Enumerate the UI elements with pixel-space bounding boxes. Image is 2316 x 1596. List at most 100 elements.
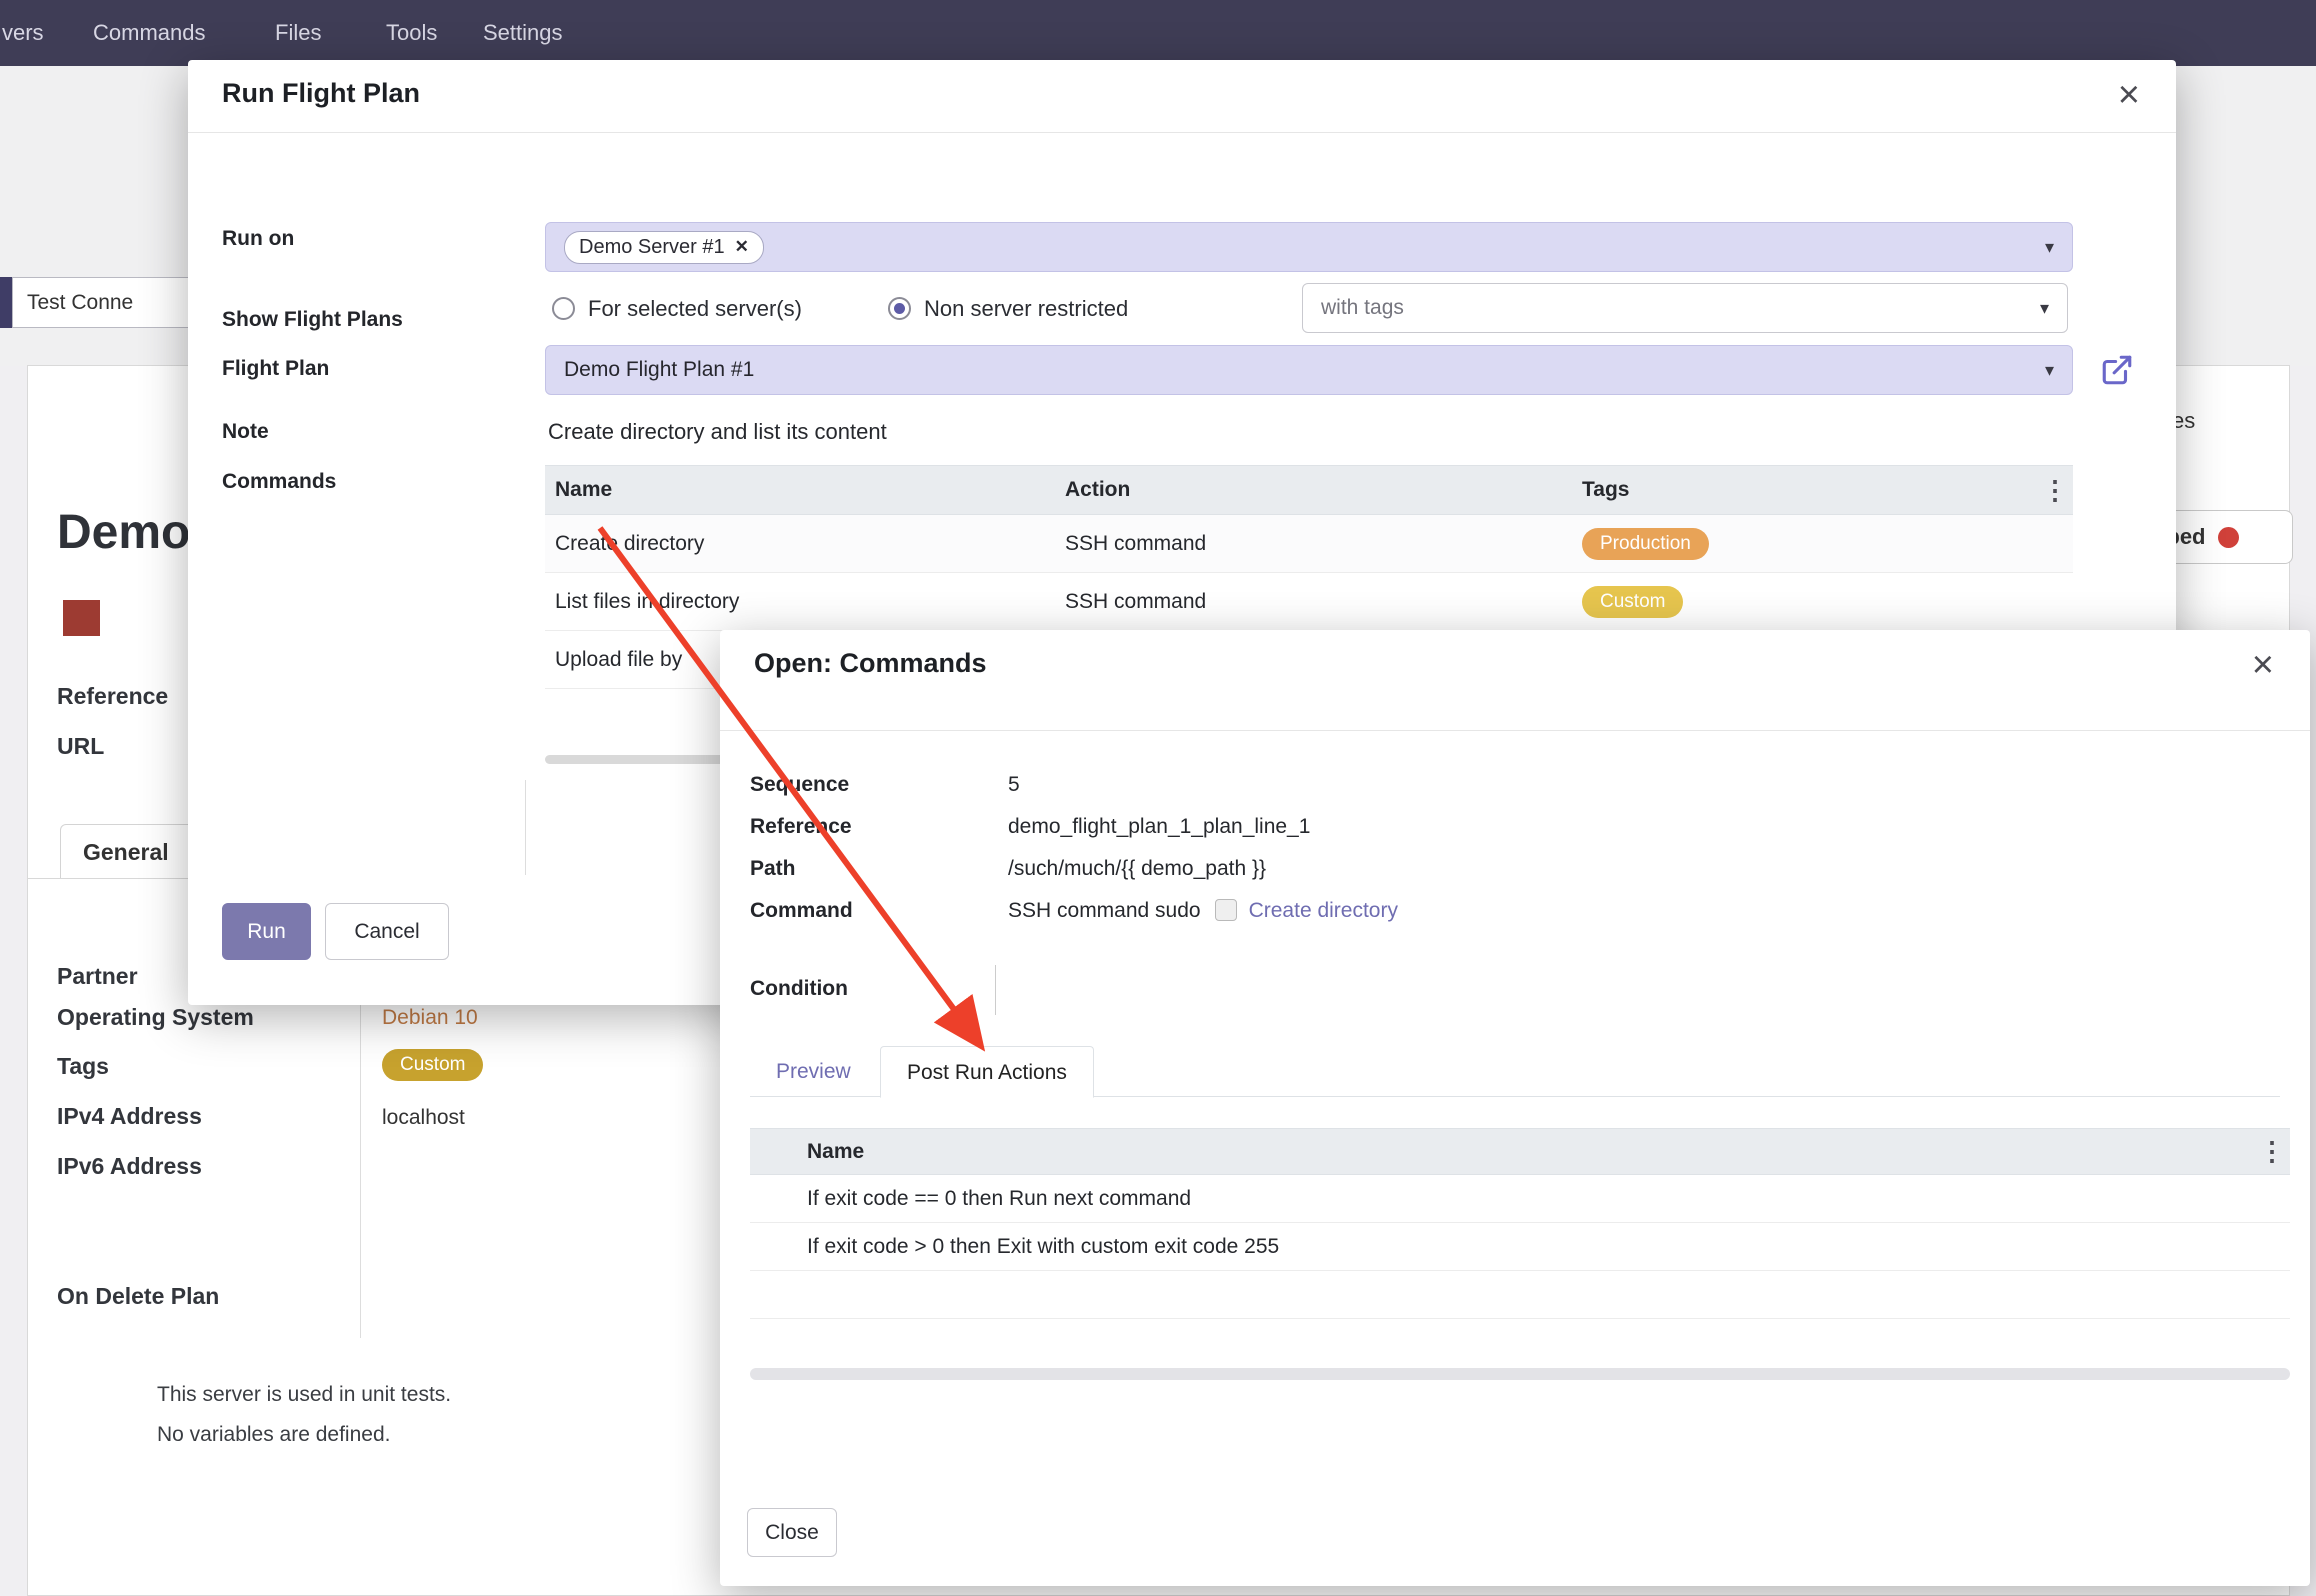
close-icon[interactable]: × bbox=[2112, 70, 2146, 120]
server-tag-pill[interactable]: Demo Server #1 ✕ bbox=[564, 231, 764, 264]
run-on-label: Run on bbox=[222, 227, 294, 251]
status-dot-icon bbox=[2218, 527, 2239, 548]
reference-value: demo_flight_plan_1_plan_line_1 bbox=[1008, 815, 1310, 839]
dialog-title: Run Flight Plan bbox=[222, 78, 420, 109]
os-value-link[interactable]: Debian 10 bbox=[382, 1006, 478, 1030]
run-on-field[interactable]: Demo Server #1 ✕ ▾ bbox=[545, 222, 2073, 272]
command-text: SSH command sudo bbox=[1008, 899, 1201, 922]
command-value: SSH command sudo Create directory bbox=[1008, 899, 1398, 923]
server-title: Demo bbox=[57, 505, 190, 560]
path-label: Path bbox=[750, 857, 796, 881]
show-flight-plans-label: Show Flight Plans bbox=[222, 308, 403, 332]
column-options-icon[interactable]: ⋮ bbox=[2037, 475, 2073, 506]
open-commands-dialog: Open: Commands × Sequence 5 Reference de… bbox=[720, 630, 2310, 1586]
flight-plan-value: Demo Flight Plan #1 bbox=[564, 358, 754, 382]
reference-label: Reference bbox=[57, 683, 168, 710]
url-label: URL bbox=[57, 733, 104, 760]
tabs-bar: Preview Post Run Actions bbox=[750, 1046, 2280, 1097]
cell-action: SSH command bbox=[1055, 590, 1572, 614]
tags-label: Tags bbox=[57, 1053, 109, 1080]
on-delete-plan-label: On Delete Plan bbox=[57, 1283, 219, 1310]
dialog-title: Open: Commands bbox=[754, 648, 987, 679]
nav-item-files[interactable]: Files bbox=[275, 0, 321, 66]
tags-value: Custom bbox=[382, 1049, 483, 1081]
header-name[interactable]: Name bbox=[807, 1140, 2254, 1164]
server-tag-label: Demo Server #1 bbox=[579, 236, 725, 259]
screen: vers Commands Files Tools Settings Test … bbox=[0, 0, 2316, 1596]
flight-plan-select[interactable]: Demo Flight Plan #1 ▾ bbox=[545, 345, 2073, 395]
sequence-value: 5 bbox=[1008, 773, 1020, 797]
flight-plan-label: Flight Plan bbox=[222, 357, 329, 381]
commands-label: Commands bbox=[222, 470, 336, 494]
cell-name: List files in directory bbox=[545, 590, 1055, 614]
chevron-down-icon[interactable]: ▾ bbox=[2040, 298, 2049, 319]
unit-test-note: This server is used in unit tests. bbox=[157, 1383, 451, 1407]
cell-action: SSH command bbox=[1055, 532, 1572, 556]
checkbox[interactable] bbox=[1215, 899, 1237, 921]
field-divider bbox=[360, 963, 361, 1338]
test-connection-button[interactable]: Test Conne bbox=[12, 277, 190, 328]
post-run-actions-table: Name ⋮ If exit code == 0 then Run next c… bbox=[750, 1128, 2290, 1319]
reference-label: Reference bbox=[750, 815, 852, 839]
cell-tags: Custom bbox=[1572, 586, 2073, 618]
create-directory-link[interactable]: Create directory bbox=[1249, 899, 1398, 922]
table-row[interactable]: Create directory SSH command Production bbox=[545, 515, 2073, 573]
close-button[interactable]: Close bbox=[747, 1508, 837, 1557]
nav-item-servers[interactable]: vers bbox=[2, 0, 44, 66]
radio-selected-servers[interactable] bbox=[552, 297, 575, 320]
with-tags-select[interactable]: with tags ▾ bbox=[1302, 283, 2068, 333]
cell-name: If exit code == 0 then Run next command bbox=[807, 1187, 2290, 1211]
horizontal-scrollbar[interactable] bbox=[750, 1368, 2290, 1380]
divider bbox=[525, 780, 526, 875]
radio-selected-servers-label: For selected server(s) bbox=[588, 296, 802, 322]
cell-tags: Production bbox=[1572, 528, 2073, 560]
chevron-down-icon[interactable]: ▾ bbox=[2045, 360, 2054, 381]
tag-badge-custom[interactable]: Custom bbox=[382, 1049, 483, 1081]
ipv6-label: IPv6 Address bbox=[57, 1153, 202, 1180]
commands-table-header: Name Action Tags ⋮ bbox=[545, 465, 2073, 515]
sequence-label: Sequence bbox=[750, 773, 849, 797]
color-swatch[interactable] bbox=[63, 600, 100, 636]
note-label: Note bbox=[222, 420, 269, 444]
close-icon[interactable]: × bbox=[2246, 640, 2280, 690]
table-row[interactable]: If exit code > 0 then Exit with custom e… bbox=[750, 1223, 2290, 1271]
table-row[interactable]: List files in directory SSH command Cust… bbox=[545, 573, 2073, 631]
remove-tag-icon[interactable]: ✕ bbox=[735, 237, 749, 257]
cancel-button[interactable]: Cancel bbox=[325, 903, 449, 960]
divider bbox=[995, 965, 996, 1015]
table-row[interactable]: If exit code == 0 then Run next command bbox=[750, 1175, 2290, 1223]
partner-label: Partner bbox=[57, 963, 138, 990]
header-divider bbox=[720, 730, 2310, 731]
with-tags-placeholder: with tags bbox=[1321, 296, 1404, 320]
partial-primary-button[interactable] bbox=[0, 277, 12, 328]
ipv4-value: localhost bbox=[382, 1106, 465, 1130]
variables-note: No variables are defined. bbox=[157, 1423, 390, 1447]
cell-name: If exit code > 0 then Exit with custom e… bbox=[807, 1235, 2290, 1259]
nav-item-settings[interactable]: Settings bbox=[483, 0, 563, 66]
table-header: Name ⋮ bbox=[750, 1128, 2290, 1175]
radio-non-server-restricted[interactable] bbox=[888, 297, 911, 320]
chevron-down-icon[interactable]: ▾ bbox=[2045, 237, 2054, 258]
header-tags[interactable]: Tags bbox=[1572, 478, 2037, 502]
empty-row bbox=[750, 1271, 2290, 1319]
ipv4-label: IPv4 Address bbox=[57, 1103, 202, 1130]
header-divider bbox=[188, 132, 2176, 133]
column-options-icon[interactable]: ⋮ bbox=[2254, 1136, 2290, 1167]
run-button[interactable]: Run bbox=[222, 903, 311, 960]
header-name[interactable]: Name bbox=[545, 478, 1055, 502]
command-label: Command bbox=[750, 899, 853, 923]
radio-non-server-label: Non server restricted bbox=[924, 296, 1128, 322]
tag-badge-custom: Custom bbox=[1582, 586, 1683, 618]
top-nav: vers Commands Files Tools Settings bbox=[0, 0, 2316, 66]
external-link-icon[interactable] bbox=[2100, 353, 2134, 387]
nav-item-tools[interactable]: Tools bbox=[386, 0, 437, 66]
os-label: Operating System bbox=[57, 1004, 254, 1031]
tag-badge-production: Production bbox=[1582, 528, 1709, 560]
tab-preview[interactable]: Preview bbox=[750, 1046, 877, 1097]
tab-post-run-actions[interactable]: Post Run Actions bbox=[880, 1046, 1094, 1098]
header-action[interactable]: Action bbox=[1055, 478, 1572, 502]
cell-name: Create directory bbox=[545, 532, 1055, 556]
note-value: Create directory and list its content bbox=[548, 419, 887, 445]
path-value: /such/much/{{ demo_path }} bbox=[1008, 857, 1266, 881]
nav-item-commands[interactable]: Commands bbox=[93, 0, 205, 66]
